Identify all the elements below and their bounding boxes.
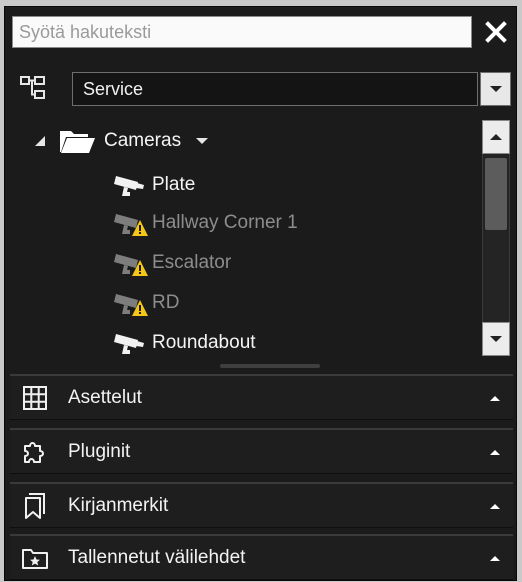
section-plugins[interactable]: Pluginit: [10, 428, 513, 474]
section-label: Pluginit: [68, 440, 131, 462]
hierarchy-select-value: Service: [83, 78, 144, 99]
chevron-down-icon: [490, 336, 502, 342]
hierarchy-select[interactable]: Service: [72, 72, 478, 106]
chevron-up-icon: [485, 388, 505, 408]
camera-label: Roundabout: [152, 332, 256, 353]
tree-group-label: Cameras: [104, 130, 182, 151]
chevron-down-icon[interactable]: [195, 136, 209, 146]
tree-item-camera[interactable]: Roundabout: [110, 326, 256, 360]
chevron-up-icon: [485, 496, 505, 516]
puzzle-icon: [22, 439, 48, 465]
camera-label: Escalator: [152, 252, 232, 273]
hierarchy-icon[interactable]: [20, 76, 46, 100]
chevron-up-icon: [485, 442, 505, 462]
search-input[interactable]: [12, 16, 472, 48]
close-icon: [485, 21, 507, 43]
camera-icon: [114, 334, 144, 354]
camera-label: Hallway Corner 1: [152, 212, 298, 233]
camera-label: RD: [152, 292, 180, 313]
clear-search-button[interactable]: [478, 14, 514, 50]
scroll-down-button[interactable]: [482, 322, 510, 356]
camera-warning-icon: [114, 214, 148, 236]
tree-item-camera[interactable]: Escalator: [110, 246, 231, 280]
camera-warning-icon: [114, 254, 148, 276]
scrollbar-thumb[interactable]: [485, 158, 507, 230]
section-label: Tallennetut välilehdet: [68, 546, 246, 568]
section-label: Kirjanmerkit: [68, 494, 169, 516]
grid-icon: [22, 385, 48, 411]
saved-tab-icon: [22, 545, 48, 571]
resize-handle[interactable]: [220, 364, 320, 368]
section-bookmarks[interactable]: Kirjanmerkit: [10, 482, 513, 528]
tree-group-cameras[interactable]: Cameras: [34, 124, 209, 158]
section-layouts[interactable]: Asettelut: [10, 374, 513, 420]
scroll-up-button[interactable]: [482, 120, 510, 154]
chevron-up-icon: [485, 548, 505, 568]
section-saved-tabs[interactable]: Tallennetut välilehdet: [10, 534, 513, 580]
section-label: Asettelut: [68, 386, 142, 408]
tree-item-camera[interactable]: RD: [110, 286, 179, 320]
hierarchy-dropdown-button[interactable]: [480, 72, 511, 106]
folder-icon: [60, 131, 95, 153]
tree-item-camera[interactable]: Plate: [110, 168, 195, 202]
camera-tree: Cameras Plate Hallway Corner 1 Escalator…: [12, 114, 478, 368]
chevron-up-icon: [490, 134, 502, 140]
camera-icon: [114, 176, 144, 196]
tree-item-camera[interactable]: Hallway Corner 1: [110, 206, 298, 240]
bookmark-icon: [22, 492, 48, 519]
camera-warning-icon: [114, 294, 148, 316]
collapse-triangle-icon[interactable]: [34, 135, 46, 147]
camera-label: Plate: [152, 174, 196, 195]
chevron-down-icon: [489, 86, 502, 92]
